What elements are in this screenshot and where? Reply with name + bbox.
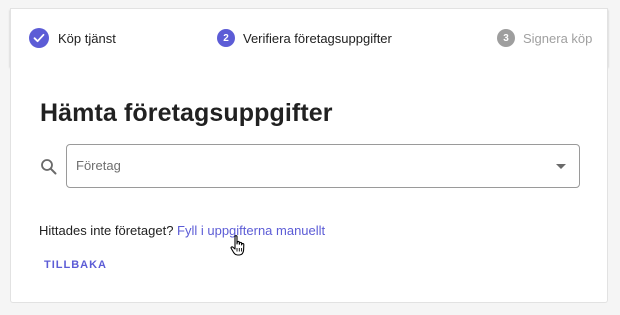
main-card: Hämta företagsuppgifter Företag Hittades… [10,66,608,303]
page: Köp tjänst 2 Verifiera företagsuppgifter… [0,0,620,315]
search-icon [40,158,58,176]
back-button[interactable]: TILLBAKA [44,259,107,271]
step-label: Köp tjänst [58,30,116,46]
step-number-badge: 3 [497,29,515,47]
check-icon [29,28,49,48]
company-select-placeholder: Företag [76,158,121,173]
not-found-message: Hittades inte företaget? Fyll i uppgifte… [39,223,325,238]
step-buy-service[interactable]: Köp tjänst [29,27,116,49]
step-label: Verifiera företagsuppgifter [243,30,392,46]
step-verify-company[interactable]: 2 Verifiera företagsuppgifter [217,27,392,49]
company-select[interactable]: Företag [66,144,580,188]
step-label: Signera köp [523,30,593,46]
fill-manually-link[interactable]: Fyll i uppgifterna manuellt [177,223,325,238]
step-number-badge: 2 [217,29,235,47]
stepper: Köp tjänst 2 Verifiera företagsuppgifter… [10,8,608,66]
hand-pointer-icon [229,234,249,258]
step-sign-purchase[interactable]: 3 Signera köp [497,27,592,49]
not-found-text: Hittades inte företaget? [39,223,178,238]
chevron-down-icon[interactable] [556,164,566,169]
page-title: Hämta företagsuppgifter [40,99,333,127]
